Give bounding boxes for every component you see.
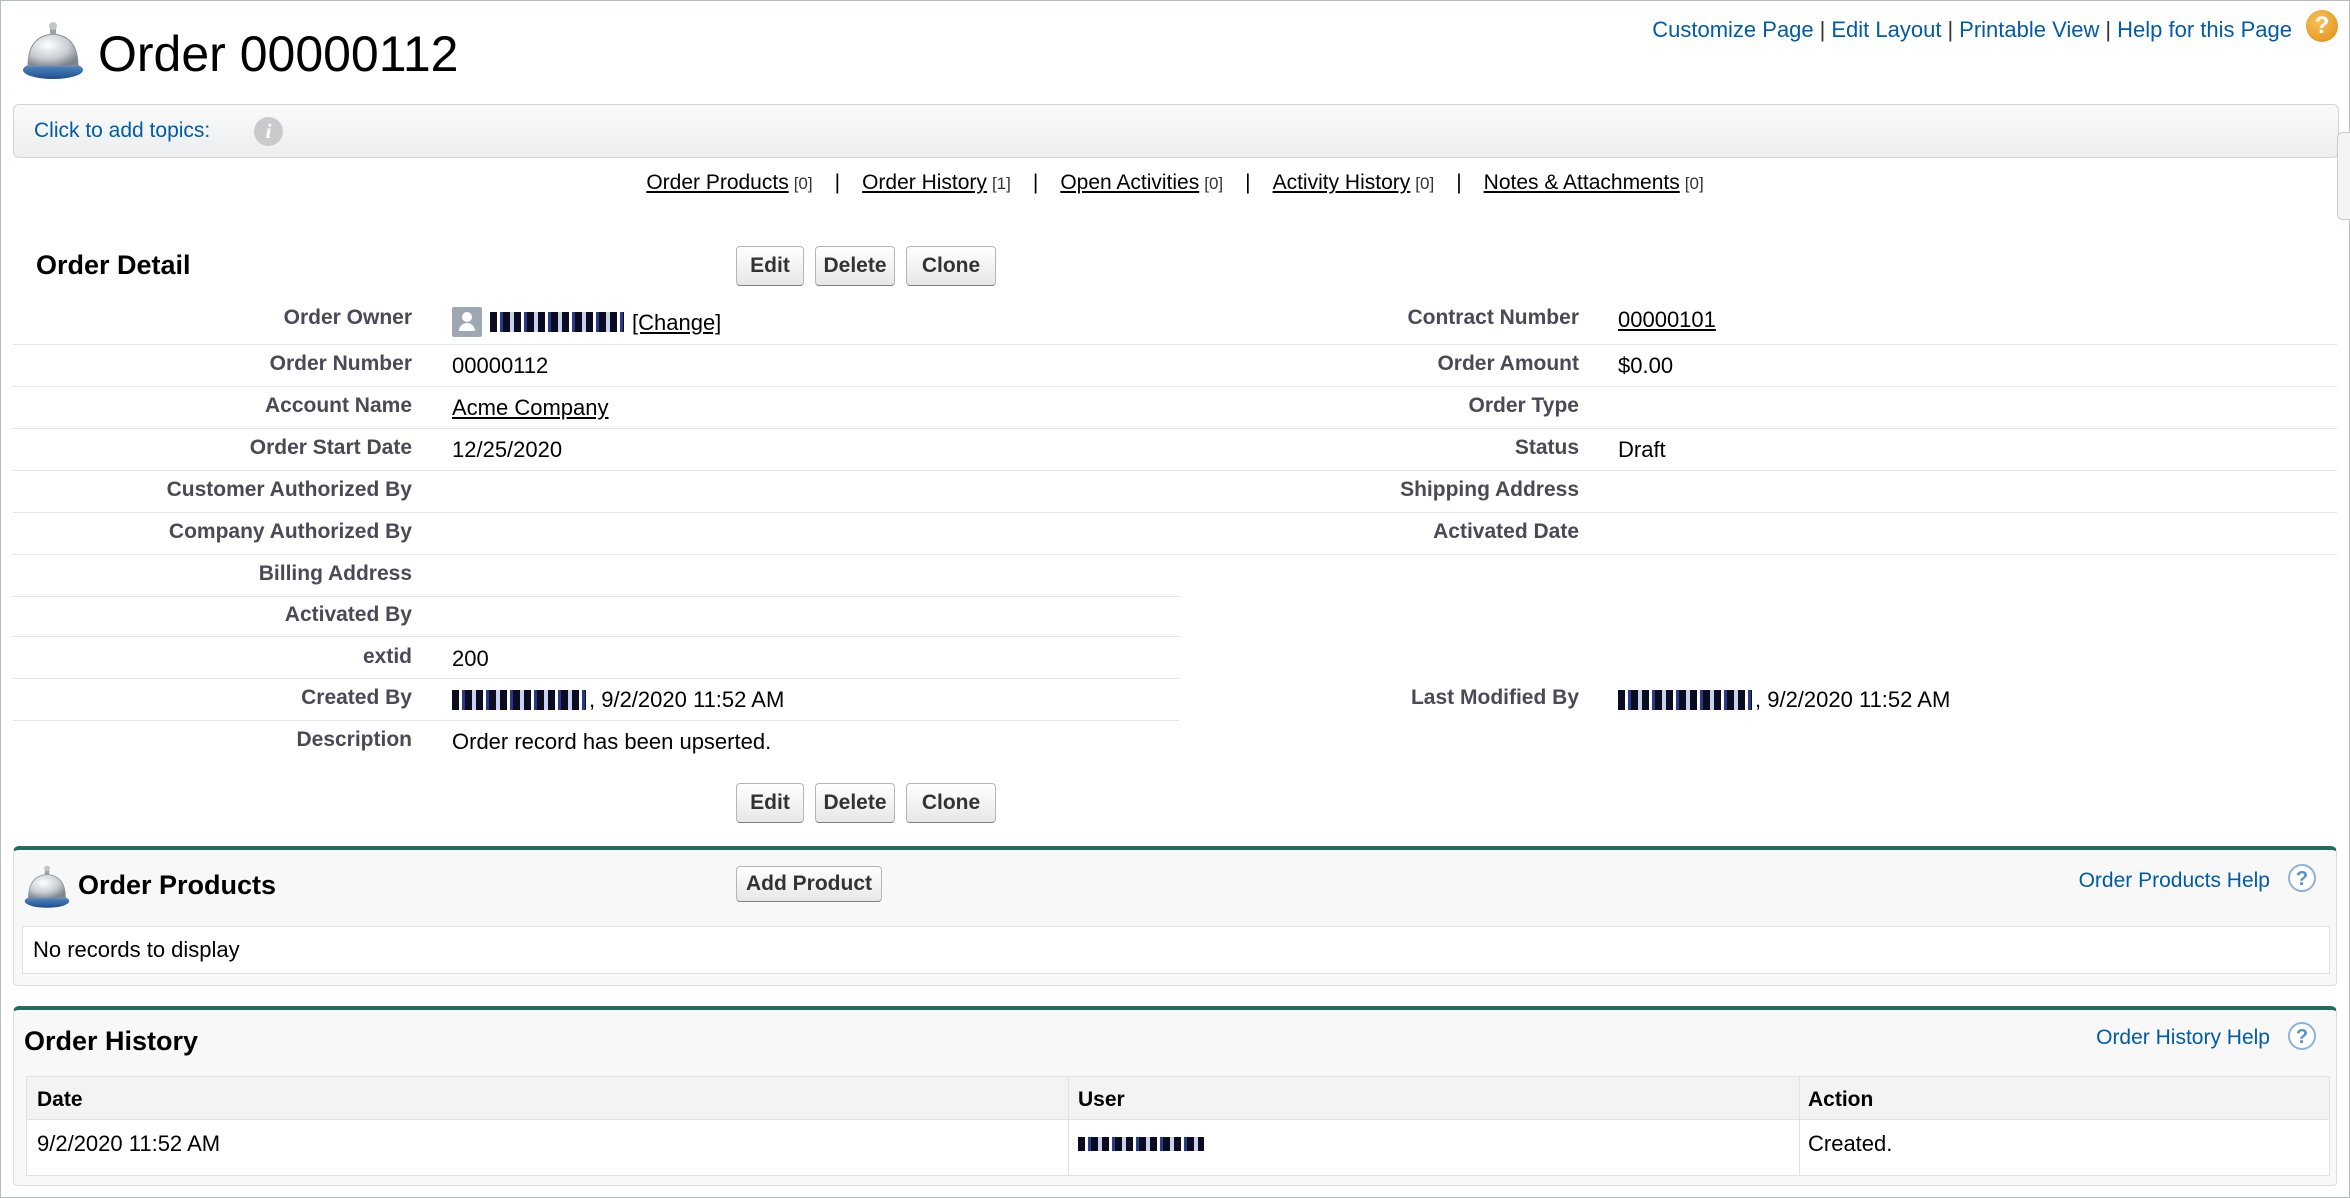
table-header bbox=[27, 1077, 2329, 1120]
column-divider bbox=[1799, 1077, 1800, 1175]
order-history-table: Date User Action 9/2/2020 11:52 AM Creat… bbox=[26, 1076, 2330, 1176]
delete-button-bottom[interactable]: Delete bbox=[815, 783, 895, 823]
order-history-help-icon[interactable]: ? bbox=[2288, 1022, 2316, 1050]
redacted-owner-name[interactable] bbox=[490, 312, 624, 332]
field-label-contract-number: Contract Number bbox=[1407, 306, 1579, 329]
order-start-date-value: 12/25/2020 bbox=[452, 437, 563, 462]
redacted-created-by-user[interactable] bbox=[452, 690, 586, 710]
top-links: Customize Page | Edit Layout | Printable Vie… bbox=[1652, 17, 2292, 42]
related-link-order-history[interactable]: Order History [1] bbox=[862, 171, 1011, 194]
field-label-order-owner: Order Owner bbox=[283, 306, 412, 329]
field-label-order-start-date: Order Start Date bbox=[249, 436, 412, 459]
order-number-value: 00000112 bbox=[452, 353, 549, 378]
owner-avatar-icon bbox=[452, 307, 482, 337]
description-value: Order record has been upserted. bbox=[452, 729, 772, 754]
extid-value: 200 bbox=[452, 646, 489, 671]
field-label-last-modified-by: Last Modified By bbox=[1410, 686, 1579, 709]
field-label-extid: extid bbox=[362, 645, 412, 668]
related-link-order-products[interactable]: Order Products [0] bbox=[646, 171, 812, 194]
page-title: Order 00000112 bbox=[98, 26, 459, 82]
edit-button-bottom[interactable]: Edit bbox=[736, 783, 804, 823]
printable-view-link[interactable]: Printable View bbox=[1959, 17, 2099, 42]
help-for-page-link[interactable]: Help for this Page bbox=[2117, 17, 2292, 42]
order-products-title: Order Products bbox=[78, 870, 277, 900]
clone-button-bottom[interactable]: Clone bbox=[906, 783, 996, 823]
change-owner-link[interactable]: [Change] bbox=[632, 310, 721, 336]
detail-row-divider bbox=[13, 554, 2337, 555]
related-link-notes-attachments[interactable]: Notes & Attachments [0] bbox=[1484, 171, 1704, 194]
detail-row-divider bbox=[13, 596, 1179, 597]
contract-number-link[interactable]: 00000101 bbox=[1618, 307, 1716, 333]
column-header-action[interactable]: Action bbox=[1808, 1088, 1873, 1112]
add-topics-link[interactable]: Click to add topics: bbox=[34, 119, 210, 143]
no-records-text: No records to display bbox=[33, 937, 240, 962]
detail-row-divider bbox=[13, 344, 2337, 345]
field-label-order-amount: Order Amount bbox=[1437, 352, 1579, 375]
field-label-order-type: Order Type bbox=[1468, 394, 1579, 417]
history-row-action: Created. bbox=[1808, 1131, 1893, 1156]
redacted-last-modified-user[interactable] bbox=[1618, 690, 1752, 710]
column-divider bbox=[1068, 1077, 1069, 1175]
add-product-button[interactable]: Add Product bbox=[736, 866, 882, 902]
column-header-date[interactable]: Date bbox=[37, 1088, 83, 1112]
order-history-help-link[interactable]: Order History Help bbox=[2096, 1026, 2270, 1050]
order-detail-title: Order Detail bbox=[36, 250, 191, 280]
order-products-list: No records to display bbox=[22, 926, 2330, 974]
detail-row-divider bbox=[13, 636, 1179, 637]
field-label-activated-by: Activated By bbox=[284, 603, 412, 626]
delete-button[interactable]: Delete bbox=[815, 246, 895, 286]
status-value: Draft bbox=[1618, 437, 1666, 462]
field-label-created-by: Created By bbox=[301, 686, 412, 709]
order-history-panel: Order History Order History Help ? Date … bbox=[13, 1006, 2337, 1186]
detail-row-divider bbox=[13, 386, 2337, 387]
field-label-order-number: Order Number bbox=[269, 352, 412, 375]
related-link-activity-history[interactable]: Activity History [0] bbox=[1273, 171, 1435, 194]
detail-row-divider bbox=[13, 512, 2337, 513]
order-history-title: Order History bbox=[24, 1026, 199, 1056]
detail-row-divider bbox=[13, 678, 1179, 679]
field-label-customer-authorized-by: Customer Authorized By bbox=[166, 478, 412, 501]
related-list-links: Order Products [0] | Order History [1] | Open … bbox=[646, 171, 1704, 194]
related-link-open-activities[interactable]: Open Activities [0] bbox=[1060, 171, 1223, 194]
edit-layout-link[interactable]: Edit Layout bbox=[1831, 17, 1941, 42]
order-products-help-link[interactable]: Order Products Help bbox=[2079, 869, 2270, 893]
field-label-account-name: Account Name bbox=[264, 394, 412, 417]
order-amount-value: $0.00 bbox=[1618, 353, 1674, 378]
detail-row-divider bbox=[13, 428, 2337, 429]
history-row-date: 9/2/2020 11:52 AM bbox=[37, 1131, 221, 1156]
order-bell-icon bbox=[23, 22, 83, 79]
field-label-status: Status bbox=[1514, 436, 1579, 459]
detail-row-divider bbox=[13, 470, 2337, 471]
field-label-billing-address: Billing Address bbox=[258, 562, 412, 585]
last-modified-date: , 9/2/2020 11:52 AM bbox=[1755, 687, 1951, 712]
created-by-date: , 9/2/2020 11:52 AM bbox=[589, 687, 785, 712]
order-products-panel: Order Products Add Product Order Product… bbox=[13, 846, 2337, 986]
edit-button[interactable]: Edit bbox=[736, 246, 804, 286]
detail-row-divider bbox=[13, 720, 1179, 721]
order-products-bell-icon bbox=[24, 865, 70, 908]
field-label-activated-date: Activated Date bbox=[1433, 520, 1579, 543]
redacted-history-user[interactable] bbox=[1078, 1137, 1204, 1151]
account-name-link[interactable]: Acme Company bbox=[452, 395, 609, 421]
field-label-shipping-address: Shipping Address bbox=[1400, 478, 1579, 501]
clone-button[interactable]: Clone bbox=[906, 246, 996, 286]
field-label-description: Description bbox=[296, 728, 412, 751]
order-products-help-icon[interactable]: ? bbox=[2288, 864, 2316, 892]
field-label-company-authorized-by: Company Authorized By bbox=[168, 520, 412, 543]
customize-page-link[interactable]: Customize Page bbox=[1652, 17, 1813, 42]
topics-bar: Click to add topics: i bbox=[13, 104, 2339, 158]
info-icon[interactable]: i bbox=[254, 117, 283, 146]
column-header-user[interactable]: User bbox=[1078, 1088, 1125, 1112]
help-icon[interactable]: ? bbox=[2306, 10, 2338, 42]
